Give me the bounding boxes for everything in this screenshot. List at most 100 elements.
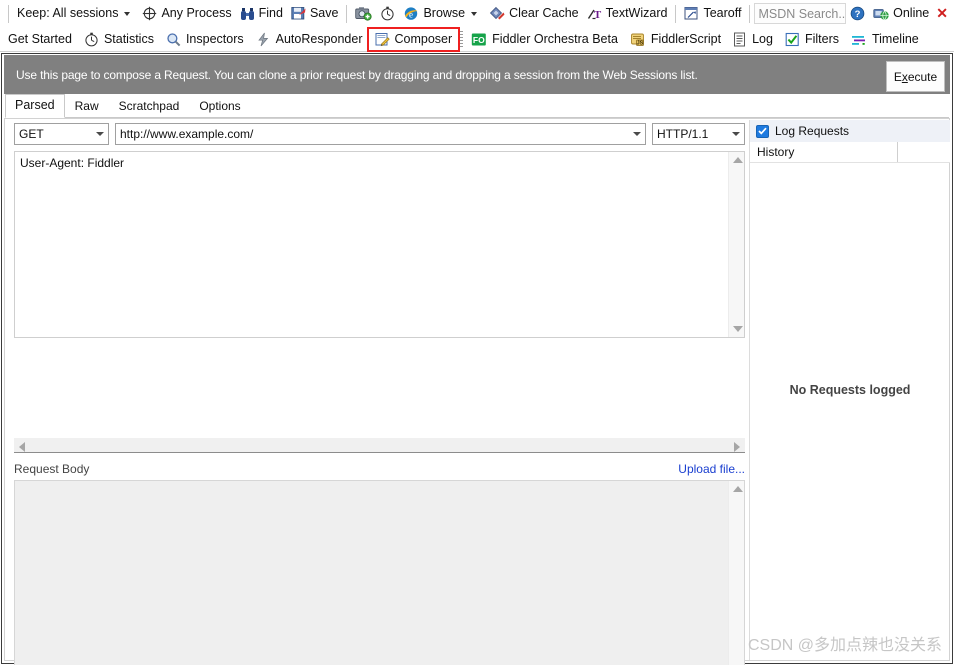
execute-label-prefix: E	[893, 69, 902, 84]
stopwatch-icon	[84, 32, 99, 47]
crosshair-target-icon	[142, 6, 157, 21]
subtab-parsed-label: Parsed	[15, 98, 55, 112]
tab-inspectors-label: Inspectors	[185, 32, 244, 46]
execute-label-rest: ecute	[907, 69, 938, 84]
tab-timeline[interactable]: Timeline	[845, 29, 925, 50]
tabstrip-grip	[460, 30, 464, 48]
upload-file-link[interactable]: Upload file...	[678, 462, 745, 476]
headers-vertical-scrollbar[interactable]	[728, 152, 744, 337]
tab-composer-label: Composer	[394, 32, 453, 46]
svg-text:FO: FO	[473, 34, 485, 44]
chevron-down-icon	[91, 124, 108, 144]
find-button[interactable]: Find	[236, 2, 287, 25]
history-empty-message: No Requests logged	[789, 383, 911, 397]
tab-fiddlerscript-label: FiddlerScript	[650, 32, 722, 46]
tab-fiddler-orchestra[interactable]: FO Fiddler Orchestra Beta	[465, 29, 624, 50]
svg-text:?: ?	[855, 9, 861, 20]
scroll-up-icon[interactable]	[733, 157, 743, 163]
toolbar-divider	[346, 4, 348, 23]
request-line-row: GET http://www.example.com/ HTTP/1.1	[14, 123, 745, 145]
fo-badge-icon: FO	[471, 32, 487, 47]
scroll-right-icon[interactable]	[734, 442, 740, 452]
composer-history-pane: Log Requests History No Requests logged	[749, 120, 950, 660]
tab-log-label: Log	[752, 32, 773, 46]
scroll-left-icon[interactable]	[19, 442, 25, 452]
textwizard-label: TextWizard	[605, 6, 668, 21]
request-body-header-row: Request Body Upload file...	[14, 461, 745, 477]
browse-label: Browse	[423, 6, 466, 21]
http-method-select[interactable]: GET	[14, 123, 109, 145]
toolbar-divider	[749, 4, 751, 23]
tab-statistics[interactable]: Statistics	[78, 29, 160, 50]
log-requests-checkbox[interactable]	[756, 124, 769, 138]
headers-horizontal-scrollbar[interactable]	[14, 438, 745, 453]
request-headers-editor[interactable]: User-Agent: Fiddler	[14, 151, 745, 338]
subtab-raw[interactable]: Raw	[65, 96, 109, 117]
request-body-label: Request Body	[14, 462, 90, 476]
main-toolbar: Keep: All sessions Any Process Find Save…	[0, 0, 954, 27]
online-status-button[interactable]: Online	[869, 2, 933, 25]
http-version-value: HTTP/1.1	[657, 127, 709, 141]
composer-info-text: Use this page to compose a Request. You …	[16, 67, 698, 82]
magnifier-icon	[166, 32, 181, 47]
save-diskette-icon	[291, 6, 306, 21]
log-document-icon	[733, 32, 747, 47]
tab-inspectors[interactable]: Inspectors	[160, 29, 250, 50]
http-method-value: GET	[19, 127, 44, 141]
subtab-raw-label: Raw	[74, 99, 99, 113]
request-body-editor[interactable]	[14, 480, 745, 665]
history-column-header: History	[750, 142, 950, 163]
clear-cache-icon	[489, 6, 505, 21]
tab-filters[interactable]: Filters	[779, 29, 845, 50]
internet-explorer-icon: e	[403, 6, 419, 21]
save-button[interactable]: Save	[287, 2, 343, 25]
tab-log[interactable]: Log	[727, 29, 779, 50]
subtab-options-label: Options	[199, 99, 241, 113]
tab-fiddler-orchestra-label: Fiddler Orchestra Beta	[492, 32, 618, 46]
keep-sessions-dropdown[interactable]: Keep: All sessions	[13, 2, 138, 25]
request-url-input[interactable]: http://www.example.com/	[115, 123, 646, 145]
http-version-select[interactable]: HTTP/1.1	[652, 123, 745, 145]
any-process-label: Any Process	[161, 6, 232, 21]
toolbar-divider	[8, 4, 9, 23]
subtab-parsed[interactable]: Parsed	[5, 94, 65, 118]
subtab-options[interactable]: Options	[189, 96, 250, 117]
clear-cache-label: Clear Cache	[509, 6, 579, 21]
lightning-icon	[256, 32, 271, 47]
tab-fiddlerscript[interactable]: JS FiddlerScript	[624, 29, 727, 50]
textwizard-button[interactable]: T TextWizard	[583, 2, 672, 25]
tab-get-started-label: Get Started	[8, 32, 72, 46]
log-requests-row[interactable]: Log Requests	[750, 120, 950, 142]
chevron-down-icon	[727, 124, 744, 144]
scroll-up-icon[interactable]	[733, 486, 743, 492]
subtab-scratchpad[interactable]: Scratchpad	[109, 96, 190, 117]
tab-composer[interactable]: Composer	[366, 26, 461, 52]
msdn-search-input[interactable]: MSDN Search...	[754, 3, 847, 24]
subtab-scratchpad-label: Scratchpad	[118, 99, 180, 113]
green-check-icon	[785, 32, 800, 47]
scroll-down-icon[interactable]	[733, 326, 743, 332]
execute-button[interactable]: Ex ecute	[886, 61, 945, 92]
tab-filters-label: Filters	[804, 32, 839, 46]
svg-text:JS: JS	[637, 40, 644, 46]
any-process-button[interactable]: Any Process	[138, 2, 235, 25]
clear-cache-button[interactable]: Clear Cache	[485, 2, 582, 25]
tearoff-window-icon	[684, 6, 699, 21]
svg-text:T: T	[593, 9, 601, 21]
request-url-value: http://www.example.com/	[120, 127, 254, 141]
help-button[interactable]: ?	[846, 2, 869, 25]
composer-subtabs: Parsed Raw Scratchpad Options	[5, 94, 949, 118]
browse-button[interactable]: e Browse	[399, 2, 485, 25]
timer-button[interactable]	[376, 2, 399, 25]
keep-sessions-label: Keep: All sessions	[17, 6, 119, 21]
tab-get-started[interactable]: Get Started	[2, 29, 78, 50]
tearoff-label: Tearoff	[703, 6, 742, 21]
close-icon[interactable]: ✕	[933, 5, 954, 22]
tab-statistics-label: Statistics	[103, 32, 154, 46]
msdn-search-placeholder: MSDN Search...	[758, 6, 847, 21]
tearoff-button[interactable]: Tearoff	[680, 2, 745, 25]
body-vertical-scrollbar[interactable]	[728, 481, 744, 665]
capture-screenshot-button[interactable]	[351, 2, 376, 25]
tab-autoresponder[interactable]: AutoResponder	[250, 29, 369, 50]
online-label: Online	[893, 6, 930, 21]
